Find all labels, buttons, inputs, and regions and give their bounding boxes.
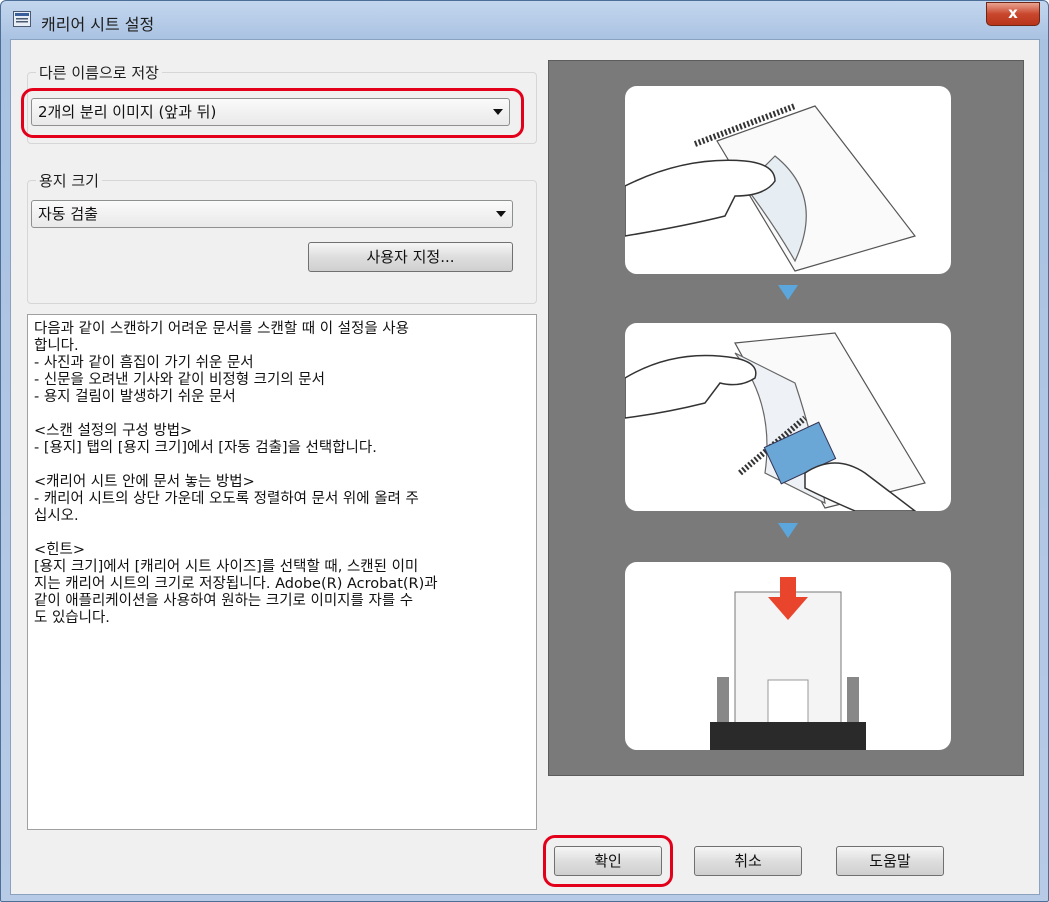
- carrier-sheet-open-illustration: [625, 103, 917, 272]
- step-1-illustration: [625, 86, 951, 274]
- paper-size-group-label: 용지 크기: [36, 170, 102, 191]
- ok-button-highlight: [543, 835, 673, 887]
- help-button[interactable]: 도움말: [836, 846, 944, 876]
- scanner-feed-illustration: [710, 577, 866, 750]
- chevron-down-icon: [496, 211, 506, 217]
- save-as-highlight: [21, 88, 524, 138]
- custom-size-button[interactable]: 사용자 지정...: [308, 242, 513, 272]
- dialog-window: 캐리어 시트 설정 x 다른 이름으로 저장 2개의 분리 이미지 (앞과 뒤)…: [0, 0, 1049, 902]
- window-icon: [13, 11, 31, 27]
- step-3-illustration: [625, 562, 951, 750]
- window-title: 캐리어 시트 설정: [41, 15, 155, 34]
- step-arrow-down-icon: [778, 523, 798, 538]
- step-2-illustration: [625, 323, 951, 511]
- paper-size-selected-value: 자동 검출: [38, 205, 98, 223]
- cancel-button[interactable]: 취소: [694, 846, 802, 876]
- save-as-group-label: 다른 이름으로 저장: [36, 62, 162, 83]
- title-bar[interactable]: 캐리어 시트 설정 x: [1, 1, 1048, 41]
- close-button[interactable]: x: [986, 2, 1040, 26]
- paper-size-select[interactable]: 자동 검출: [31, 200, 513, 228]
- insert-document-illustration: [625, 332, 926, 511]
- description-text: 다음과 같이 스캔하기 어려운 문서를 스캔할 때 이 설정을 사용 합니다. …: [27, 314, 537, 830]
- preview-pane: [548, 60, 1024, 776]
- step-arrow-down-icon: [778, 285, 798, 300]
- dialog-client-area: 다른 이름으로 저장 2개의 분리 이미지 (앞과 뒤) 용지 크기 자동 검출…: [10, 39, 1040, 895]
